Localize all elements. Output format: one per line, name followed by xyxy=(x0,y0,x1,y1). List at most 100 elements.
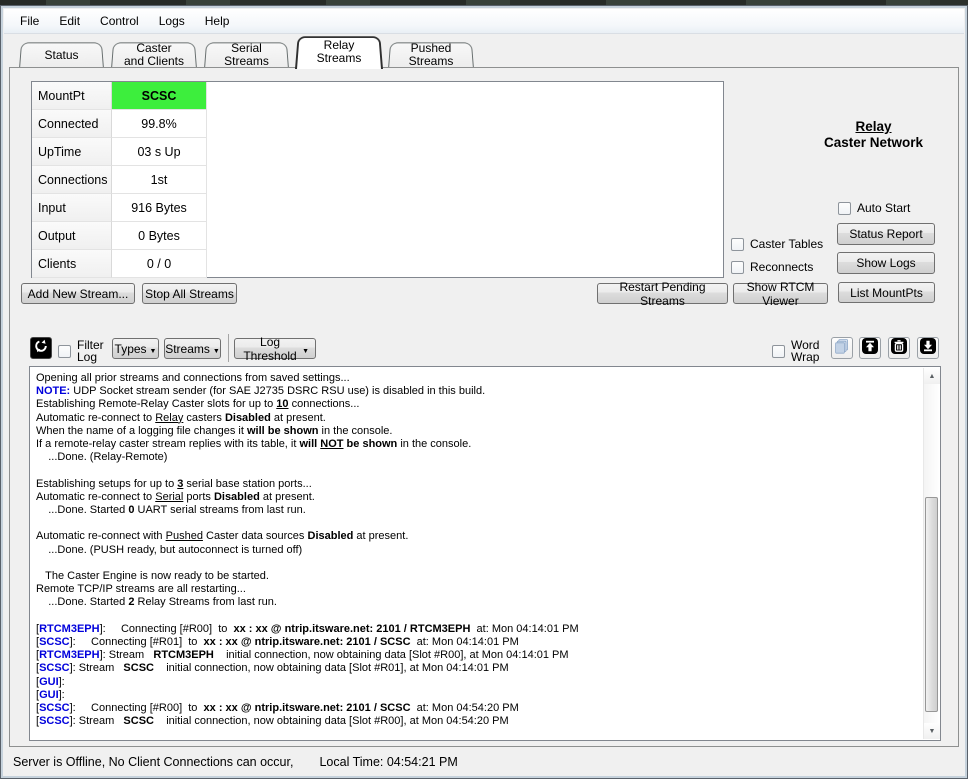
log-line: [SCSC]: Connecting [#R01] to xx : xx @ n… xyxy=(36,636,918,649)
log-line: Automatic re-connect to Serial ports Dis… xyxy=(36,491,918,504)
tab-serial-streams[interactable]: SerialStreams xyxy=(204,41,289,69)
table-row: MountPtSCSC xyxy=(32,82,723,110)
filter-log-checkbox[interactable]: Filter Log xyxy=(58,339,104,363)
row-label-cell: Connections xyxy=(32,166,112,194)
log-line: NOTE: UDP Socket stream sender (for SAE … xyxy=(36,385,918,398)
menu-bar: File Edit Control Logs Help xyxy=(4,9,964,34)
add-new-stream-button[interactable]: Add New Stream... xyxy=(21,283,135,304)
auto-start-label: Auto Start xyxy=(857,201,910,215)
scrollbar-thumb[interactable] xyxy=(925,497,938,712)
log-threshold-dropdown[interactable]: Log Threshold ▼ xyxy=(234,338,316,359)
log-line: Establishing Remote-Relay Caster slots f… xyxy=(36,398,918,411)
show-rtcm-viewer-button[interactable]: Show RTCM Viewer xyxy=(733,283,828,304)
log-line: Remote TCP/IP streams are all restarting… xyxy=(36,583,918,596)
clear-log-button[interactable] xyxy=(888,337,910,359)
reconnects-checkbox[interactable]: Reconnects xyxy=(731,260,813,274)
log-line: ...Done. Started 0 UART serial streams f… xyxy=(36,504,918,517)
status-bar: Server is Offline, No Client Connections… xyxy=(5,750,963,774)
auto-start-checkbox[interactable]: Auto Start xyxy=(838,201,910,215)
row-value-cell: 0 Bytes xyxy=(112,222,207,250)
stop-all-streams-button[interactable]: Stop All Streams xyxy=(142,283,237,304)
streams-dropdown[interactable]: Streams ▼ xyxy=(164,338,221,359)
scroll-bottom-button[interactable] xyxy=(917,337,939,359)
log-line xyxy=(36,464,918,477)
table-row: Connected99.8% xyxy=(32,110,723,138)
log-line: When the name of a logging file changes … xyxy=(36,425,918,438)
server-status-text: Server is Offline, No Client Connections… xyxy=(13,755,293,769)
relay-network-title: Relay Caster Network xyxy=(791,119,956,151)
log-console[interactable]: Opening all prior streams and connection… xyxy=(29,366,941,741)
chevron-down-icon: ▼ xyxy=(302,348,309,355)
word-wrap-checkbox[interactable]: Word Wrap xyxy=(772,339,819,363)
log-line: [RTCM3EPH]: Connecting [#R00] to xx : xx… xyxy=(36,623,918,636)
mountpt-value-cell[interactable]: SCSC xyxy=(112,82,207,110)
tab-pushed-streams[interactable]: PushedStreams xyxy=(388,41,474,69)
restart-log-button[interactable] xyxy=(30,337,52,359)
stream-table: MountPtSCSCConnected99.8%UpTime03 s UpCo… xyxy=(31,81,724,278)
checkbox-box[interactable] xyxy=(58,345,71,358)
refresh-icon xyxy=(33,338,49,359)
list-mountpts-button[interactable]: List MountPts xyxy=(838,282,935,303)
menu-item-logs[interactable]: Logs xyxy=(149,11,195,31)
log-line: Establishing setups for up to 3 serial b… xyxy=(36,478,918,491)
scrollbar-up-arrow-icon[interactable]: ▲ xyxy=(924,368,940,384)
toolbar-separator xyxy=(228,334,229,362)
log-line: ...Done. Started 2 Relay Streams from la… xyxy=(36,596,918,609)
reconnects-label: Reconnects xyxy=(750,260,813,274)
log-line xyxy=(36,610,918,623)
table-row: Input916 Bytes xyxy=(32,194,723,222)
log-line: Opening all prior streams and connection… xyxy=(36,372,918,385)
tab-label: Relay xyxy=(324,39,355,52)
menu-item-file[interactable]: File xyxy=(10,11,49,31)
log-threshold-label: Log Threshold xyxy=(241,335,299,363)
log-line: [RTCM3EPH]: Stream RTCM3EPH initial conn… xyxy=(36,649,918,662)
arrow-up-icon xyxy=(862,338,878,359)
row-value-cell: 0 / 0 xyxy=(112,250,207,278)
scrollbar-down-arrow-icon[interactable]: ▼ xyxy=(924,723,940,739)
local-time-text: Local Time: 04:54:21 PM xyxy=(319,755,457,769)
tab-caster-and-clients[interactable]: Casterand Clients xyxy=(111,41,197,69)
table-row: Clients0 / 0 xyxy=(32,250,723,278)
log-line: ...Done. (Relay-Remote) xyxy=(36,451,918,464)
trash-icon xyxy=(891,338,907,359)
arrow-down-icon xyxy=(920,338,936,359)
checkbox-box[interactable] xyxy=(838,202,851,215)
row-label-cell: Clients xyxy=(32,250,112,278)
types-dropdown[interactable]: Types ▼ xyxy=(112,338,159,359)
copy-pages-icon xyxy=(834,338,850,359)
menu-item-help[interactable]: Help xyxy=(195,11,240,31)
checkbox-box[interactable] xyxy=(731,238,744,251)
log-line: The Caster Engine is now ready to be sta… xyxy=(36,570,918,583)
relay-title-line1: Relay xyxy=(791,119,956,135)
row-value-cell: 1st xyxy=(112,166,207,194)
tab-status[interactable]: Status xyxy=(19,41,104,69)
chevron-down-icon: ▼ xyxy=(150,348,157,355)
menu-item-edit[interactable]: Edit xyxy=(49,11,90,31)
types-label: Types xyxy=(115,342,147,356)
log-line: [SCSC]: Stream SCSC initial connection, … xyxy=(36,662,918,675)
word-wrap-label-line2: Wrap xyxy=(791,351,819,363)
streams-label: Streams xyxy=(165,342,210,356)
tab-label: Streams xyxy=(317,52,362,65)
show-logs-button[interactable]: Show Logs xyxy=(837,252,935,274)
status-report-button[interactable]: Status Report xyxy=(837,223,935,245)
filter-log-label: Filter Log xyxy=(77,339,104,363)
menu-item-control[interactable]: Control xyxy=(90,11,149,31)
tab-relay-streams[interactable]: RelayStreams xyxy=(295,34,383,69)
checkbox-box[interactable] xyxy=(772,345,785,358)
copy-log-button[interactable] xyxy=(831,337,853,359)
table-row: UpTime03 s Up xyxy=(32,138,723,166)
row-label-cell: Connected xyxy=(32,110,112,138)
checkbox-box[interactable] xyxy=(731,261,744,274)
log-scrollbar[interactable]: ▲ ▼ xyxy=(923,368,939,739)
log-line: Automatic re-connect with Pushed Caster … xyxy=(36,530,918,543)
log-line: Automatic re-connect to Relay casters Di… xyxy=(36,412,918,425)
log-line: [GUI]: xyxy=(36,689,918,702)
row-label-cell: UpTime xyxy=(32,138,112,166)
log-line: [SCSC]: Stream SCSC initial connection, … xyxy=(36,715,918,728)
caster-tables-checkbox[interactable]: Caster Tables xyxy=(731,237,823,251)
log-line: [SCSC]: Connecting [#R00] to xx : xx @ n… xyxy=(36,702,918,715)
relay-title-line2: Caster Network xyxy=(791,135,956,151)
scroll-top-button[interactable] xyxy=(859,337,881,359)
restart-pending-streams-button[interactable]: Restart Pending Streams xyxy=(597,283,728,304)
